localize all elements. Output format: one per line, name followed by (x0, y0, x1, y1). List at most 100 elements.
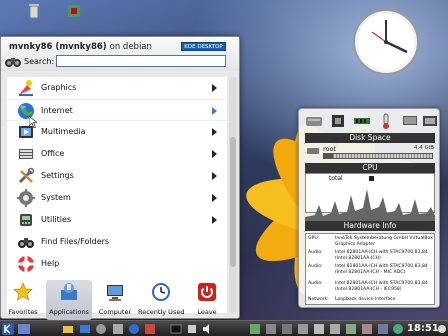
menu-item-label: Graphics (41, 83, 77, 92)
notification-icon[interactable] (392, 323, 404, 335)
hardware-info-list: GPU: InnoTek Systemberatung GmbH Virtual… (305, 233, 435, 305)
submenu-arrow-icon (212, 172, 217, 180)
cpu-title: CPU (305, 163, 435, 173)
search-input[interactable] (56, 55, 226, 67)
desktop-pager-icon[interactable] (18, 323, 30, 335)
clock-icon (152, 283, 170, 301)
tray-icon-8[interactable] (361, 323, 373, 335)
submenu-arrow-icon (212, 194, 217, 202)
star-icon (13, 282, 33, 301)
hw-key: Network: (308, 297, 329, 302)
hw-value: InnoTek Systemberatung GmbH VirtualBox G… (335, 236, 433, 247)
settings-tools-icon (18, 167, 35, 184)
menu-item-utilities[interactable]: Utilities (7, 209, 227, 231)
tab-favorites[interactable]: Favorites (0, 280, 46, 320)
search-label: Search: (24, 57, 55, 66)
kde-menu-button-icon[interactable] (2, 323, 14, 335)
menu-item-system[interactable]: System (7, 187, 227, 209)
hw-value: Intel 82801AA-ICH with STAC9700,83,84 (I… (335, 281, 428, 292)
menu-item-graphics[interactable]: Graphics (7, 77, 227, 99)
settings-icon[interactable] (95, 323, 107, 335)
menu-item-label: Help (41, 259, 60, 268)
tray-icon-5[interactable] (313, 323, 325, 335)
kickoff-launcher: mvnky86 (mvnky86) on debian KDE DESKTOP … (0, 36, 240, 319)
tray-icon-3[interactable] (281, 323, 293, 335)
menu-item-label: Internet (41, 106, 73, 115)
hw-value: Loopback device Interface (335, 297, 396, 302)
help-lifebuoy-icon (18, 256, 34, 272)
tray-icon-1[interactable] (249, 323, 261, 335)
taskbar: 18:51 (0, 320, 448, 336)
analog-clock-icon (353, 9, 419, 75)
launcher-header: mvnky86 (mvnky86) on debian KDE DESKTOP … (1, 37, 239, 71)
tray-icon-2[interactable] (265, 323, 277, 335)
panel-toolbox-icon[interactable] (436, 323, 448, 335)
tab-label: Recently Used (138, 308, 185, 316)
disk-usage-bar (323, 153, 433, 159)
network-icon[interactable] (401, 113, 419, 129)
file-manager-icon[interactable] (62, 323, 74, 335)
menu-item-label: Multimedia (41, 127, 86, 136)
utilities-icon (20, 214, 32, 226)
hw-value: Intel 82801AA-ICH with STAC9700,83,84 (I… (335, 264, 428, 275)
menu-item-settings[interactable]: Settings (7, 165, 227, 187)
hw-value: Intel 82801AA-ICH with STAC9700,83,84 (I… (335, 250, 428, 261)
tab-label: Favorites (8, 308, 38, 316)
office-icon (19, 149, 33, 159)
menu-item-internet[interactable]: Internet (7, 99, 227, 121)
tab-recently-used[interactable]: Recently Used (138, 280, 184, 320)
dolphin-icon[interactable] (79, 323, 91, 335)
terminal-icon[interactable] (170, 323, 182, 335)
tray-icon-7[interactable] (345, 323, 357, 335)
menu-item-multimedia[interactable]: Multimedia (7, 121, 227, 143)
taskbar-clock[interactable]: 18:51 (407, 323, 439, 334)
device-icon[interactable] (186, 323, 198, 335)
hard-disk-icon[interactable] (305, 113, 323, 129)
menu-scrollbar[interactable] (229, 77, 237, 313)
temperature-icon[interactable] (377, 113, 395, 129)
host-name: on debian (109, 42, 152, 52)
volume-icon[interactable] (202, 323, 214, 335)
menu-item-help[interactable]: Help (7, 253, 227, 275)
trash-icon[interactable] (26, 3, 42, 19)
web-browser-icon[interactable] (128, 323, 140, 335)
application-menu-list: Graphics Internet Multimedia Office Sett… (7, 77, 227, 313)
menu-item-office[interactable]: Office (7, 143, 227, 165)
menu-item-label: Settings (41, 171, 74, 180)
hw-key: Audio: (308, 250, 323, 255)
tab-label: Computer (98, 308, 132, 316)
app-launcher-icon[interactable] (144, 323, 156, 335)
tab-applications[interactable]: Applications (46, 280, 92, 320)
menu-item-find-files[interactable]: Find Files/Folders (7, 231, 227, 253)
menu-item-label: System (41, 193, 71, 202)
user-info: mvnky86 (mvnky86) on debian (9, 42, 152, 52)
submenu-arrow-icon (212, 84, 217, 92)
tray-icon-4[interactable] (297, 323, 309, 335)
binoculars-icon (18, 238, 34, 248)
cpu-history-graph (305, 189, 435, 221)
network-tray-icon[interactable] (377, 323, 389, 335)
launcher-tabs: Favorites Applications Computer Recently… (0, 280, 238, 320)
disk-usage-fill (324, 154, 333, 158)
system-monitor-widget: Disk Space root 4.4 GiB CPU total Hardwa… (298, 108, 440, 308)
tab-computer[interactable]: Computer (92, 280, 138, 320)
disk-size: 4.4 GiB (414, 145, 435, 151)
system-gear-icon (17, 189, 35, 207)
tab-leave[interactable]: Leave (184, 280, 230, 320)
hardware-info-icon[interactable] (421, 113, 439, 129)
binoculars-search-icon (5, 58, 21, 67)
scrollbar-thumb[interactable] (230, 137, 236, 267)
computer-icon (107, 285, 123, 301)
cpu-chip-icon[interactable] (329, 113, 347, 129)
desktop-app-icon[interactable] (66, 3, 82, 19)
kde-logo-badge: KDE DESKTOP (181, 42, 226, 51)
disk-label: root (323, 145, 337, 153)
memory-icon[interactable] (353, 113, 371, 129)
menu-item-label: Utilities (41, 215, 72, 224)
menu-item-label: Office (41, 149, 65, 158)
submenu-arrow-icon (212, 128, 217, 136)
tray-icon-6[interactable] (329, 323, 341, 335)
cpu-total-label: total (329, 175, 343, 182)
system-settings-icon[interactable] (112, 323, 124, 335)
disk-space-title: Disk Space (305, 133, 435, 143)
